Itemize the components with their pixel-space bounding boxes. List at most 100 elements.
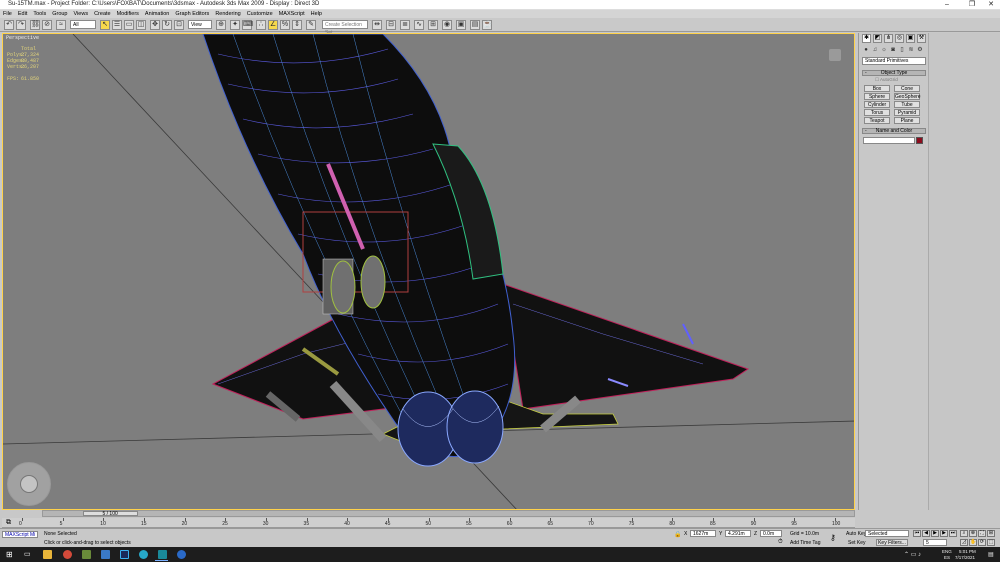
create-tab-icon[interactable]: ✱ bbox=[862, 34, 871, 43]
sphere-button[interactable]: Sphere bbox=[864, 93, 890, 100]
snaps-toggle-icon[interactable]: ∴ bbox=[256, 20, 266, 30]
hierarchy-tab-icon[interactable]: ⋔ bbox=[884, 34, 893, 43]
menu-modifiers[interactable]: Modifiers bbox=[114, 10, 142, 18]
zoom-extents-all-icon[interactable]: ⊞ bbox=[987, 530, 995, 537]
bind-space-warp-icon[interactable]: ≈ bbox=[56, 20, 66, 30]
align-icon[interactable]: ⊟ bbox=[386, 20, 396, 30]
geometry-icon[interactable]: ● bbox=[862, 46, 870, 54]
name-and-color-rollout[interactable]: - Name and Color bbox=[862, 128, 926, 134]
app-icon[interactable] bbox=[101, 550, 110, 559]
menu-views[interactable]: Views bbox=[71, 10, 92, 18]
tray-icons[interactable]: ⌃ ▭ ♪ bbox=[904, 551, 921, 558]
task-view-icon[interactable]: ▭ bbox=[24, 550, 33, 559]
reference-coordinate-dropdown[interactable]: View bbox=[188, 20, 212, 29]
edit-named-selection-icon[interactable]: ✎ bbox=[306, 20, 316, 30]
select-object-icon[interactable]: ↖ bbox=[100, 20, 110, 30]
steering-wheel-icon[interactable] bbox=[7, 462, 51, 506]
notification-icon[interactable]: ▤ bbox=[988, 551, 994, 558]
keyboard-shortcut-icon[interactable]: ⌨ bbox=[242, 20, 253, 30]
move-icon[interactable]: ✥ bbox=[150, 20, 160, 30]
auto-key-button[interactable]: Auto Key bbox=[846, 531, 866, 537]
window-crossing-icon[interactable]: ◫ bbox=[136, 20, 146, 30]
plane-button[interactable]: Plane bbox=[894, 117, 920, 124]
object-color-swatch[interactable] bbox=[916, 137, 923, 144]
start-icon[interactable]: ⊞ bbox=[6, 550, 15, 559]
menu-file[interactable]: File bbox=[0, 10, 15, 18]
geosphere-button[interactable]: GeoSphere bbox=[894, 93, 921, 100]
cameras-icon[interactable]: ◙ bbox=[889, 46, 897, 54]
set-key-button[interactable]: Set Key bbox=[848, 540, 866, 546]
time-tag-icon[interactable]: ⏱ bbox=[778, 539, 783, 546]
clock-date[interactable]: 7/17/2021 bbox=[955, 555, 975, 560]
rect-selection-icon[interactable]: ▭ bbox=[124, 20, 134, 30]
app-icon[interactable] bbox=[177, 550, 186, 559]
menu-help[interactable]: Help bbox=[308, 10, 325, 18]
region-indicator[interactable]: ES bbox=[944, 555, 950, 560]
menu-rendering[interactable]: Rendering bbox=[212, 10, 243, 18]
scale-icon[interactable]: ⊡ bbox=[174, 20, 184, 30]
y-coordinate[interactable]: 4.291m bbox=[725, 530, 751, 537]
previous-frame-icon[interactable]: ◀ bbox=[922, 530, 930, 537]
rotate-icon[interactable]: ↻ bbox=[162, 20, 172, 30]
mirror-icon[interactable]: ⇹ bbox=[372, 20, 382, 30]
goto-end-icon[interactable]: ⏭ bbox=[949, 530, 957, 537]
teapot-button[interactable]: Teapot bbox=[864, 117, 890, 124]
minimize-button[interactable]: – bbox=[940, 0, 954, 10]
lights-icon[interactable]: ☼ bbox=[880, 46, 888, 54]
pivot-center-icon[interactable]: ⊕ bbox=[216, 20, 226, 30]
app-icon[interactable] bbox=[139, 550, 148, 559]
pan-icon[interactable]: ✋ bbox=[969, 539, 977, 546]
menu-animation[interactable]: Animation bbox=[142, 10, 172, 18]
field-of-view-icon[interactable]: ◿ bbox=[960, 539, 968, 546]
select-manipulate-icon[interactable]: ✦ bbox=[230, 20, 240, 30]
orbit-icon[interactable]: ⟳ bbox=[978, 539, 986, 546]
next-frame-icon[interactable]: ▶ bbox=[940, 530, 948, 537]
select-link-icon[interactable]: ⛓ bbox=[30, 20, 40, 30]
maximize-viewport-icon[interactable]: ⬚ bbox=[987, 539, 995, 546]
clock-time[interactable]: 5:01 PM bbox=[959, 549, 976, 554]
cylinder-button[interactable]: Cylinder bbox=[864, 101, 890, 108]
perspective-viewport[interactable]: Perspective Total Polys: 27,324 Edges: 8… bbox=[2, 33, 855, 510]
redo-icon[interactable]: ↷ bbox=[16, 20, 26, 30]
spinner-snap-icon[interactable]: ⇕ bbox=[292, 20, 302, 30]
tube-button[interactable]: Tube bbox=[894, 101, 920, 108]
selection-filter-dropdown[interactable]: All bbox=[70, 20, 96, 29]
time-slider[interactable]: 5 / 100 bbox=[42, 510, 855, 517]
autogrid-checkbox[interactable]: ☐ AutoGrid bbox=[875, 77, 898, 83]
undo-icon[interactable]: ↶ bbox=[4, 20, 14, 30]
lock-selection-icon[interactable]: 🔒 bbox=[674, 531, 681, 538]
schematic-view-icon[interactable]: ⊞ bbox=[428, 20, 438, 30]
app-icon[interactable] bbox=[82, 550, 91, 559]
box-button[interactable]: Box bbox=[864, 85, 890, 92]
systems-icon[interactable]: ⚙ bbox=[916, 46, 924, 54]
menu-customize[interactable]: Customize bbox=[244, 10, 276, 18]
helpers-icon[interactable]: ▯ bbox=[898, 46, 906, 54]
file-explorer-icon[interactable] bbox=[43, 550, 52, 559]
object-category-dropdown[interactable]: Standard Primitives bbox=[862, 57, 926, 65]
track-bar[interactable]: ⧉ 0 5 10 15 20 25 30 35 40 45 50 55 60 65 70 75 80 85 90 95… bbox=[2, 518, 855, 528]
menu-create[interactable]: Create bbox=[91, 10, 114, 18]
pyramid-button[interactable]: Pyramid bbox=[894, 109, 920, 116]
percent-snap-icon[interactable]: % bbox=[280, 20, 290, 30]
space-warps-icon[interactable]: ≋ bbox=[907, 46, 915, 54]
menu-maxscript[interactable]: MAXScript bbox=[276, 10, 308, 18]
modify-tab-icon[interactable]: ◩ bbox=[873, 34, 882, 43]
maximize-button[interactable]: ❐ bbox=[965, 0, 979, 10]
zoom-all-icon[interactable]: ⊕ bbox=[969, 530, 977, 537]
menu-tools[interactable]: Tools bbox=[30, 10, 49, 18]
chrome-icon[interactable] bbox=[63, 550, 72, 559]
torus-button[interactable]: Torus bbox=[864, 109, 890, 116]
z-coordinate[interactable]: 0.0m bbox=[760, 530, 782, 537]
layer-manager-icon[interactable]: ≣ bbox=[400, 20, 410, 30]
zoom-extents-icon[interactable]: ⛶ bbox=[978, 530, 986, 537]
cone-button[interactable]: Cone bbox=[894, 85, 920, 92]
material-editor-icon[interactable]: ◉ bbox=[442, 20, 452, 30]
named-selection-sets-dropdown[interactable]: Create Selection Set bbox=[322, 20, 368, 36]
motion-tab-icon[interactable]: ◎ bbox=[895, 34, 904, 43]
goto-start-icon[interactable]: ⏮ bbox=[913, 530, 921, 537]
photoshop-icon[interactable] bbox=[120, 550, 129, 559]
time-slider-knob[interactable]: 5 / 100 bbox=[82, 511, 138, 517]
object-type-rollout[interactable]: - Object Type bbox=[862, 70, 926, 76]
viewport-label[interactable]: Perspective bbox=[6, 35, 39, 41]
key-mode-icon[interactable]: ⚷ bbox=[830, 533, 836, 542]
